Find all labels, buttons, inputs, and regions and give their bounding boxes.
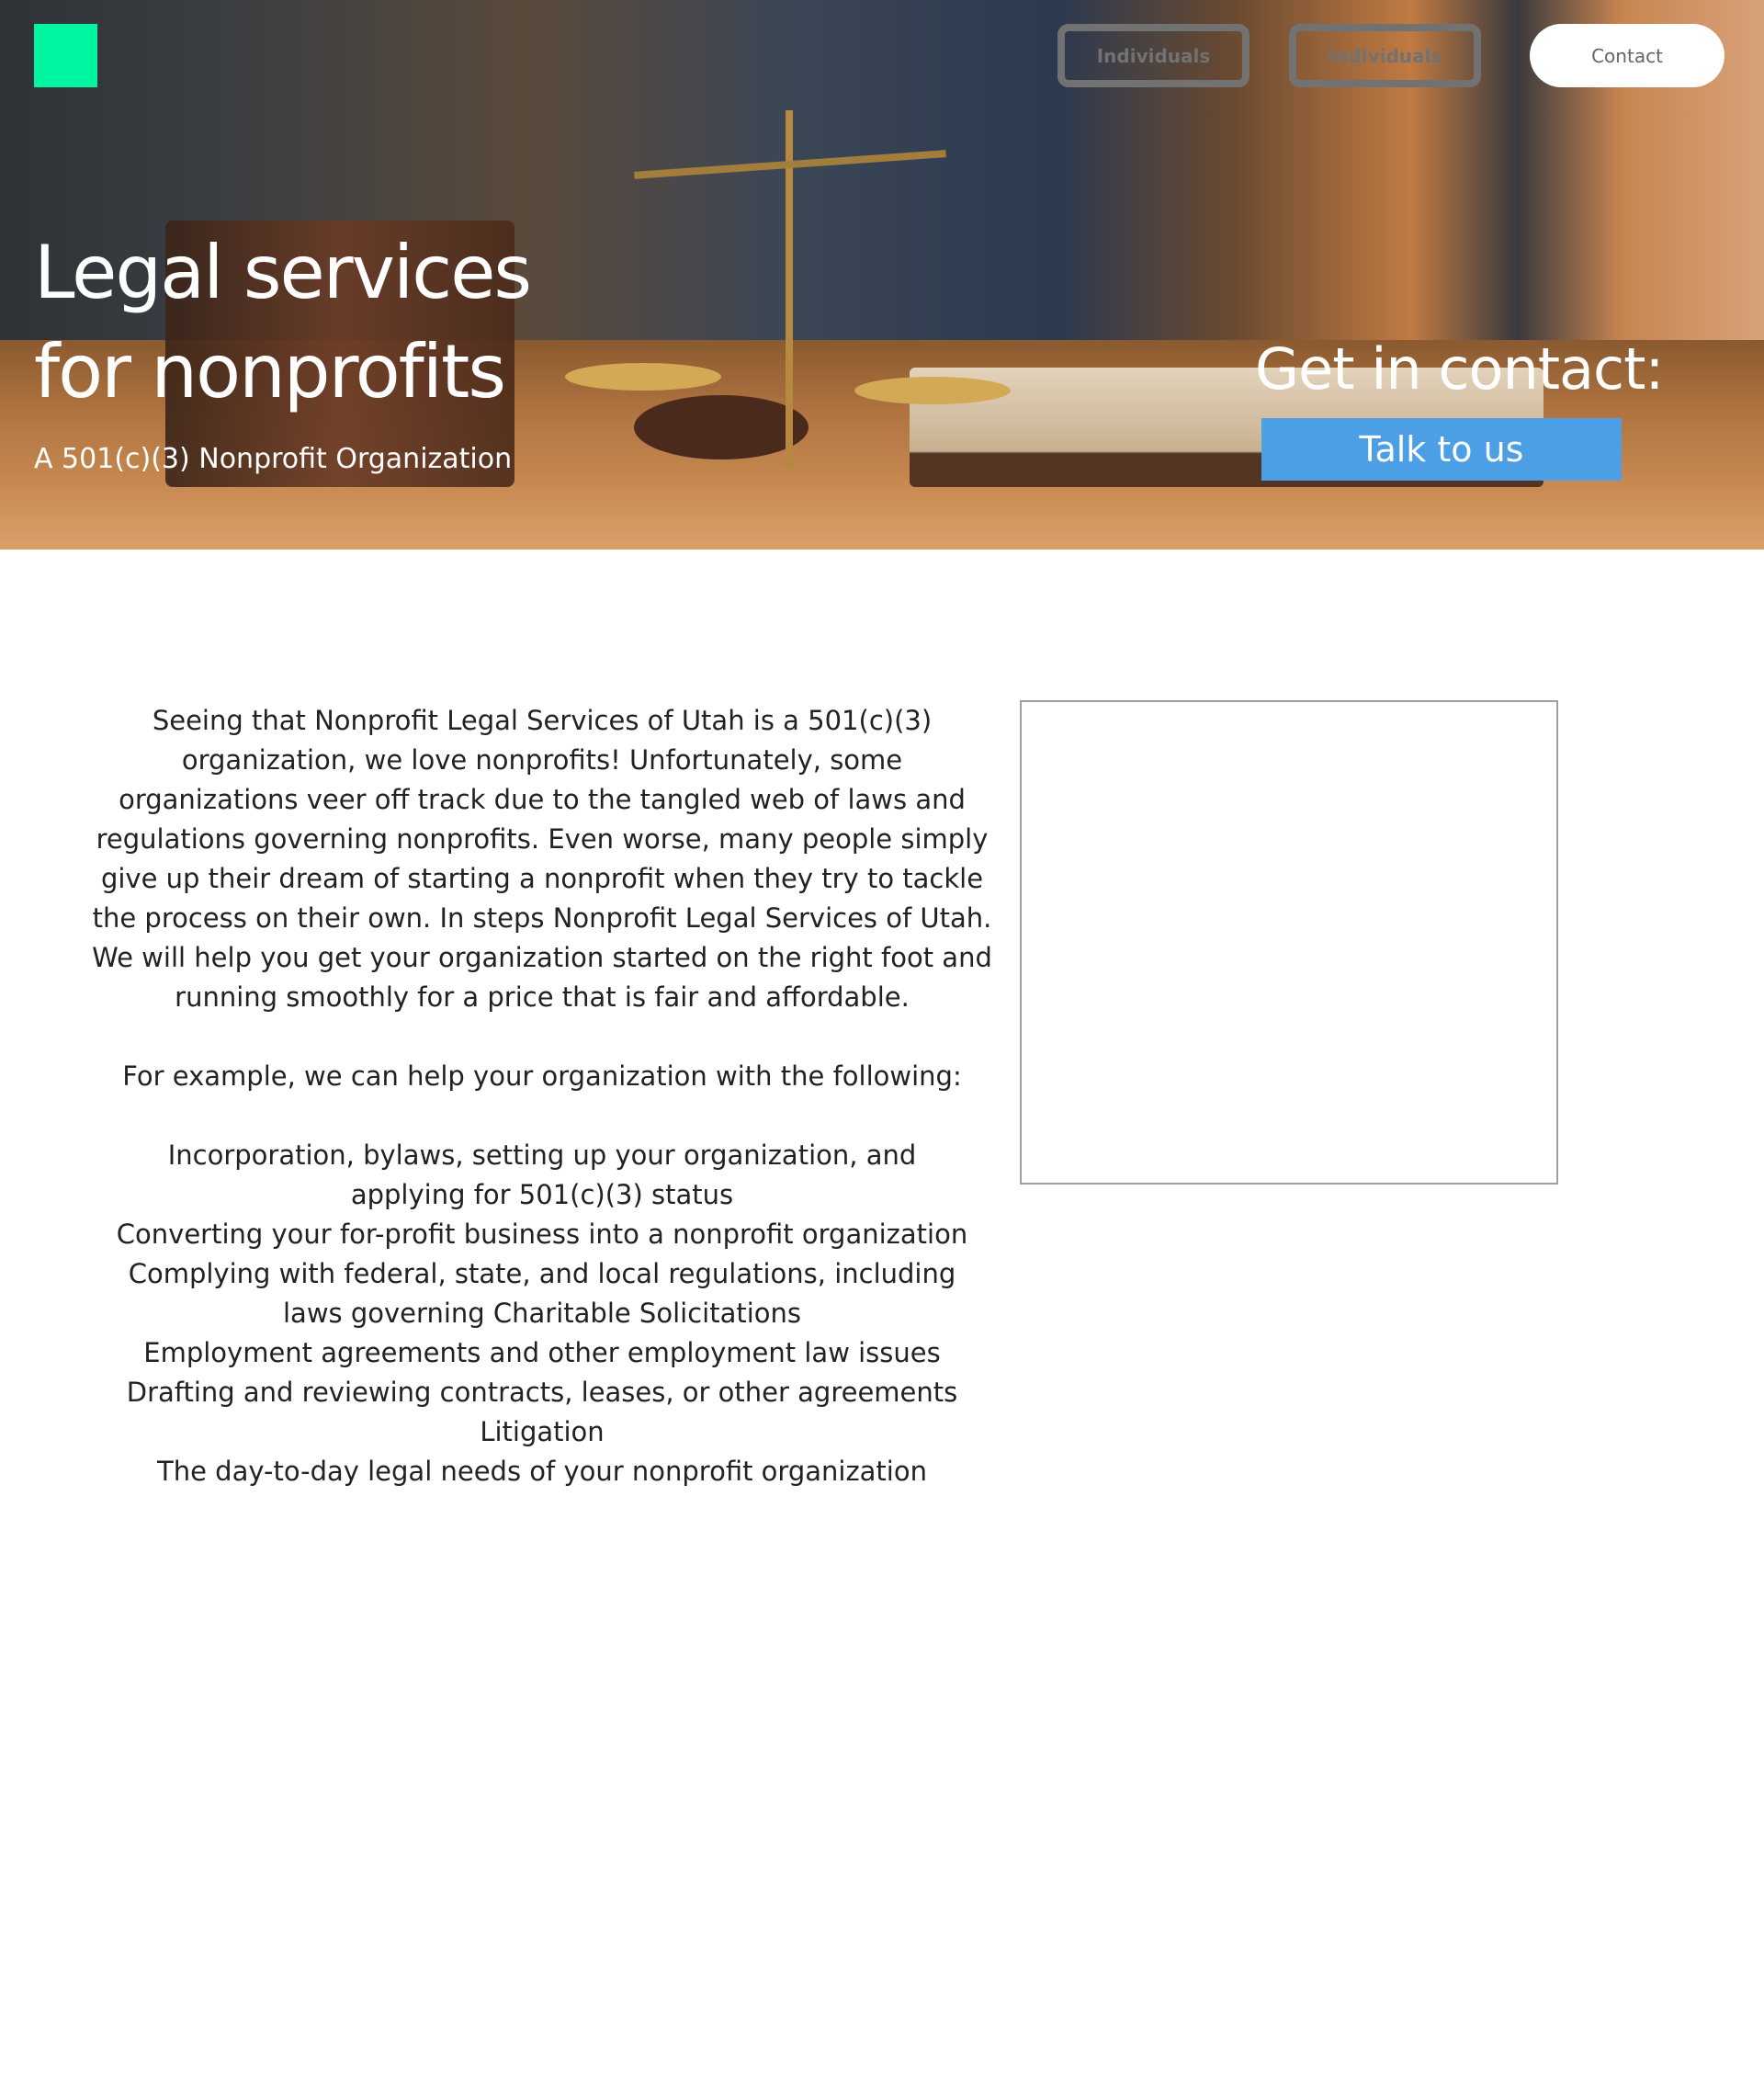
contact-button[interactable]: Contact	[1530, 24, 1724, 87]
hero-image-gavel	[634, 395, 808, 459]
nav-individuals-button[interactable]: Individuals	[1057, 24, 1250, 87]
hero-image-scale-pan	[854, 377, 1011, 404]
service-item: Litigation	[480, 1416, 605, 1447]
example-lead: For example, we can help your organizati…	[122, 1060, 962, 1092]
talk-to-us-button[interactable]: Talk to us	[1261, 418, 1622, 481]
logo[interactable]	[34, 24, 97, 87]
hero-title-line1: Legal services	[34, 230, 532, 315]
service-item: Converting your for-profit business into…	[116, 1219, 968, 1250]
hero-image-scale-pan	[565, 363, 721, 391]
nav-individuals-button-2[interactable]: Individuals	[1289, 24, 1481, 87]
service-item: Incorporation, bylaws, setting up your o…	[167, 1139, 917, 1210]
service-item: Complying with federal, state, and local…	[128, 1258, 956, 1329]
cta-heading: Get in contact:	[1255, 335, 1664, 402]
hero-title: Legal services for nonprofits	[34, 223, 532, 422]
service-item: The day-to-day legal needs of your nonpr…	[157, 1456, 927, 1487]
service-item: Drafting and reviewing contracts, leases…	[126, 1377, 958, 1408]
intro-paragraph: Seeing that Nonprofit Legal Services of …	[92, 705, 992, 1013]
main-content: Seeing that Nonprofit Legal Services of …	[92, 701, 992, 1491]
service-item: Employment agreements and other employme…	[143, 1337, 941, 1368]
hero-banner: Individuals Individuals Contact Legal se…	[0, 0, 1764, 550]
embedded-content-frame	[1020, 700, 1558, 1185]
hero-subtitle: A 501(c)(3) Nonprofit Organization	[34, 443, 513, 475]
hero-title-line2: for nonprofits	[34, 329, 506, 414]
